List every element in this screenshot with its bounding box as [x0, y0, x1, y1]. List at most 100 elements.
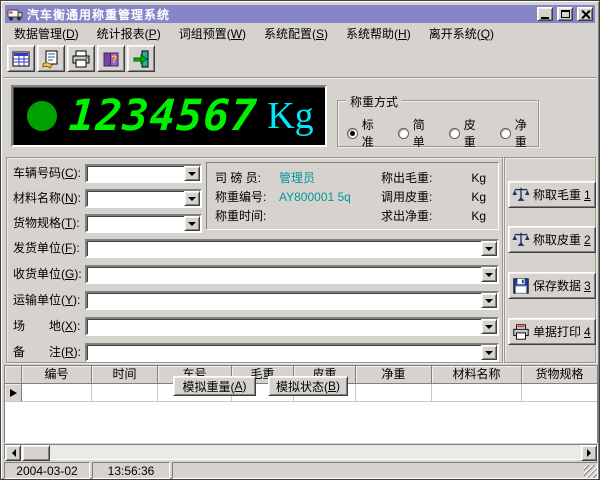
- shipper-combo: [85, 239, 499, 258]
- menu-system-help[interactable]: 系统帮助(H): [337, 23, 420, 44]
- shipper-label: 发货单位(F):: [13, 239, 80, 258]
- vehicle-no-input[interactable]: [88, 167, 184, 180]
- receiver-dropdown-button[interactable]: [481, 267, 497, 282]
- vehicle-no-dropdown-button[interactable]: [184, 166, 200, 181]
- gross-weight-unit: Kg: [445, 171, 490, 185]
- report-button[interactable]: [37, 45, 65, 72]
- cell-record-no: [22, 384, 92, 402]
- goods-spec-dropdown-button[interactable]: [184, 216, 200, 231]
- tare-weight-label: 调用皮重:: [381, 188, 445, 205]
- toolbar: ?: [7, 45, 155, 75]
- gross-weight-label: 称出毛重:: [381, 169, 445, 186]
- weigh-tare-button[interactable]: 称取皮重2: [508, 226, 596, 253]
- header-net: 净重: [356, 366, 432, 384]
- menu-data-management[interactable]: 数据管理(D): [5, 23, 88, 44]
- truck-icon: [7, 6, 23, 22]
- receiver-input[interactable]: [88, 268, 481, 281]
- scale-icon: [512, 186, 530, 204]
- material-name-input[interactable]: [88, 192, 184, 205]
- print-button[interactable]: [67, 45, 95, 72]
- save-data-button[interactable]: 保存数据3: [508, 272, 596, 299]
- app-window: 汽车衡通用称重管理系统 数据管理(D) 统计报表(P) 词组预置(W) 系统配置…: [0, 0, 600, 480]
- scale-icon: [512, 231, 530, 249]
- cell-net: [356, 384, 432, 402]
- header-time: 时间: [92, 366, 158, 384]
- site-combo: [85, 317, 499, 336]
- print-icon: [512, 323, 530, 341]
- weigh-mode-groupbox: 称重方式 标准 简单 皮重 净重: [337, 100, 539, 147]
- titlebar[interactable]: 汽车衡通用称重管理系统: [5, 5, 595, 23]
- shipper-dropdown-button[interactable]: [481, 241, 497, 256]
- site-label: 场 地(X):: [13, 317, 80, 336]
- header-spec: 货物规格: [522, 366, 597, 384]
- scrollbar-thumb[interactable]: [22, 445, 50, 461]
- weigh-no-value: AY800001 5q: [279, 190, 381, 204]
- data-grid-button[interactable]: [7, 45, 35, 72]
- header-indicator: [5, 366, 22, 384]
- receiver-label: 收货单位(G):: [13, 265, 82, 284]
- minimize-icon: [541, 17, 549, 19]
- weigh-gross-button[interactable]: 称取毛重1: [508, 181, 596, 208]
- remark-dropdown-button[interactable]: [481, 345, 497, 360]
- material-name-dropdown-button[interactable]: [184, 191, 200, 206]
- toolbar-separator: [3, 77, 597, 79]
- maximize-icon: [561, 10, 570, 18]
- chevron-down-icon: [485, 325, 493, 333]
- menu-statistics-report[interactable]: 统计报表(P): [88, 23, 170, 44]
- receiver-combo: [85, 265, 499, 284]
- chevron-down-icon: [188, 172, 196, 180]
- horizontal-scrollbar[interactable]: [4, 444, 598, 460]
- radio-standard[interactable]: 标准: [347, 116, 385, 150]
- save-data-label: 保存数据: [533, 277, 581, 294]
- scroll-right-button[interactable]: [581, 445, 597, 461]
- resize-grip[interactable]: [584, 465, 597, 478]
- menu-system-config[interactable]: 系统配置(S): [255, 23, 337, 44]
- maximize-button[interactable]: [557, 7, 573, 21]
- radio-simple[interactable]: 简单: [398, 116, 436, 150]
- close-button[interactable]: [577, 7, 593, 21]
- radio-tare[interactable]: 皮重: [449, 116, 487, 150]
- menu-phrase-preset[interactable]: 词组预置(W): [170, 23, 255, 44]
- cell-time: [92, 384, 158, 402]
- minimize-button[interactable]: [537, 7, 553, 21]
- radio-net-label: 净重: [515, 116, 538, 150]
- site-dropdown-button[interactable]: [481, 319, 497, 334]
- goods-spec-label: 货物规格(T):: [13, 214, 80, 233]
- radio-tare-icon: [449, 128, 460, 139]
- save-data-accesskey: 3: [584, 279, 591, 293]
- weigh-gross-label: 称取毛重: [533, 186, 581, 203]
- radio-standard-label: 标准: [362, 116, 385, 150]
- transporter-input[interactable]: [88, 294, 481, 307]
- chevron-down-icon: [485, 351, 493, 359]
- operator-label: 司 磅 员:: [215, 169, 279, 186]
- help-button[interactable]: ?: [97, 45, 125, 72]
- goods-spec-input[interactable]: [88, 217, 184, 230]
- transporter-label: 运输单位(Y):: [13, 291, 80, 310]
- transporter-dropdown-button[interactable]: [481, 293, 497, 308]
- shipper-input[interactable]: [88, 242, 481, 255]
- header-material: 材料名称: [432, 366, 522, 384]
- simulate-weight-button[interactable]: 模拟重量(A): [173, 376, 256, 396]
- simulate-status-button[interactable]: 模拟状态(B): [268, 376, 348, 396]
- data-grid-icon: [11, 49, 31, 69]
- radio-net[interactable]: 净重: [500, 116, 538, 150]
- help-book-icon: ?: [101, 49, 121, 69]
- remark-input[interactable]: [88, 346, 481, 359]
- exit-button[interactable]: [127, 45, 155, 72]
- svg-text:?: ?: [111, 54, 117, 65]
- scroll-left-button[interactable]: [5, 445, 21, 461]
- print-icon: [71, 49, 91, 69]
- print-receipt-accesskey: 4: [584, 325, 591, 339]
- vehicle-no-label: 车辆号码(C):: [13, 164, 81, 183]
- status-filler: [172, 462, 598, 479]
- weigh-time-label: 称重时间:: [215, 207, 279, 224]
- radio-standard-icon: [347, 128, 358, 139]
- goods-spec-combo: [85, 214, 202, 233]
- cell-spec: [522, 384, 597, 402]
- site-input[interactable]: [88, 320, 481, 333]
- close-icon: [581, 10, 590, 19]
- menu-exit-system[interactable]: 离开系统(Q): [420, 23, 503, 44]
- transporter-combo: [85, 291, 499, 310]
- triangle-right-icon: [587, 449, 595, 457]
- print-receipt-button[interactable]: 单据打印4: [508, 318, 596, 345]
